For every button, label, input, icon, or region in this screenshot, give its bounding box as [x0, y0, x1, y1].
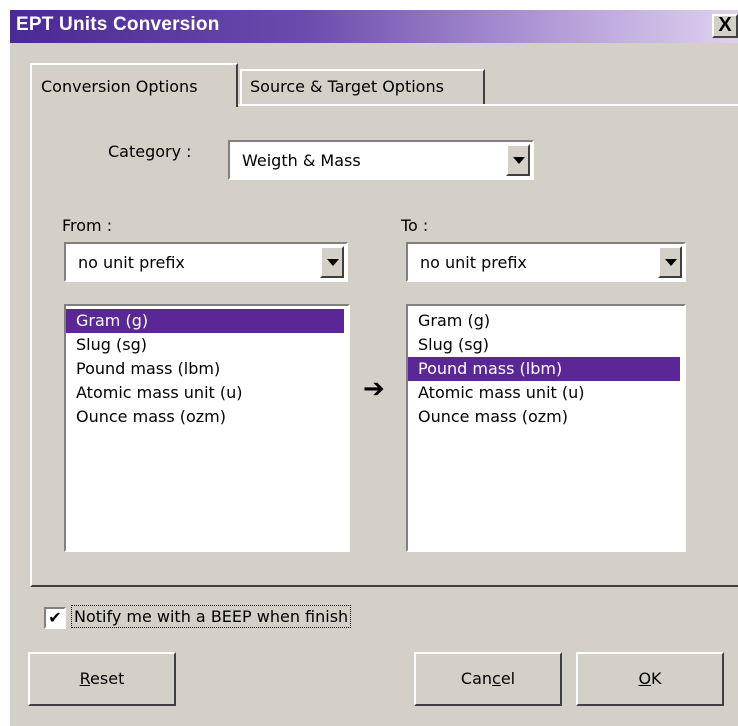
- cancel-button-mnemonic: c: [492, 669, 501, 688]
- to-unit-item[interactable]: Ounce mass (ozm): [408, 405, 680, 429]
- ok-button-post: K: [651, 669, 662, 688]
- units-conversion-dialog: EPT Units Conversion X Conversion Option…: [10, 10, 738, 726]
- category-dropdown-button[interactable]: [506, 144, 530, 176]
- to-unit-item[interactable]: Slug (sg): [408, 333, 680, 357]
- from-unit-item[interactable]: Gram (g): [66, 309, 344, 333]
- to-prefix-dropdown-button[interactable]: [658, 246, 682, 278]
- ok-button[interactable]: OK: [576, 652, 724, 706]
- close-icon: X: [718, 14, 732, 36]
- category-value: Weigth & Mass: [242, 151, 361, 170]
- category-select[interactable]: Weigth & Mass: [228, 140, 534, 180]
- from-label: From :: [62, 216, 113, 235]
- from-unit-item[interactable]: Ounce mass (ozm): [66, 405, 344, 429]
- checkmark-icon: ✔: [48, 608, 62, 627]
- cancel-button-post: el: [500, 669, 516, 688]
- from-prefix-dropdown-button[interactable]: [320, 246, 344, 278]
- from-unit-item[interactable]: Pound mass (lbm): [66, 357, 344, 381]
- cancel-button[interactable]: Cancel: [414, 652, 562, 706]
- notify-beep-label[interactable]: Notify me with a BEEP when finish: [70, 605, 352, 628]
- reset-button[interactable]: Reset: [28, 652, 176, 706]
- from-unit-item[interactable]: Atomic mass unit (u): [66, 381, 344, 405]
- window-title: EPT Units Conversion: [16, 14, 220, 35]
- close-button[interactable]: X: [712, 14, 738, 38]
- reset-button-mnemonic: R: [79, 669, 91, 688]
- to-unit-list[interactable]: Gram (g) Slug (sg) Pound mass (lbm) Atom…: [406, 304, 686, 552]
- arrow-right-icon: ➔: [363, 374, 385, 404]
- tab-conversion-options[interactable]: Conversion Options: [30, 63, 238, 107]
- from-prefix-select[interactable]: no unit prefix: [64, 242, 348, 282]
- from-unit-list[interactable]: Gram (g) Slug (sg) Pound mass (lbm) Atom…: [64, 304, 350, 552]
- from-unit-item[interactable]: Slug (sg): [66, 333, 344, 357]
- to-unit-item[interactable]: Atomic mass unit (u): [408, 381, 680, 405]
- to-prefix-value: no unit prefix: [420, 253, 527, 272]
- to-prefix-select[interactable]: no unit prefix: [406, 242, 686, 282]
- title-bar: EPT Units Conversion X: [10, 10, 738, 43]
- reset-button-post: eset: [90, 669, 125, 688]
- tab-conversion-options-label: Conversion Options: [41, 77, 198, 96]
- tab-source-target-options[interactable]: Source & Target Options: [240, 69, 485, 105]
- conversion-options-panel: Category : Weigth & Mass From : no unit …: [30, 104, 738, 587]
- to-unit-item[interactable]: Gram (g): [408, 309, 680, 333]
- cancel-button-pre: Can: [460, 669, 493, 688]
- ok-button-mnemonic: O: [638, 669, 652, 688]
- tab-source-target-options-label: Source & Target Options: [250, 77, 444, 96]
- to-unit-item[interactable]: Pound mass (lbm): [408, 357, 680, 381]
- notify-beep-checkbox[interactable]: ✔: [44, 607, 66, 629]
- category-label: Category :: [108, 142, 192, 161]
- from-prefix-value: no unit prefix: [78, 253, 185, 272]
- to-label: To :: [401, 216, 429, 235]
